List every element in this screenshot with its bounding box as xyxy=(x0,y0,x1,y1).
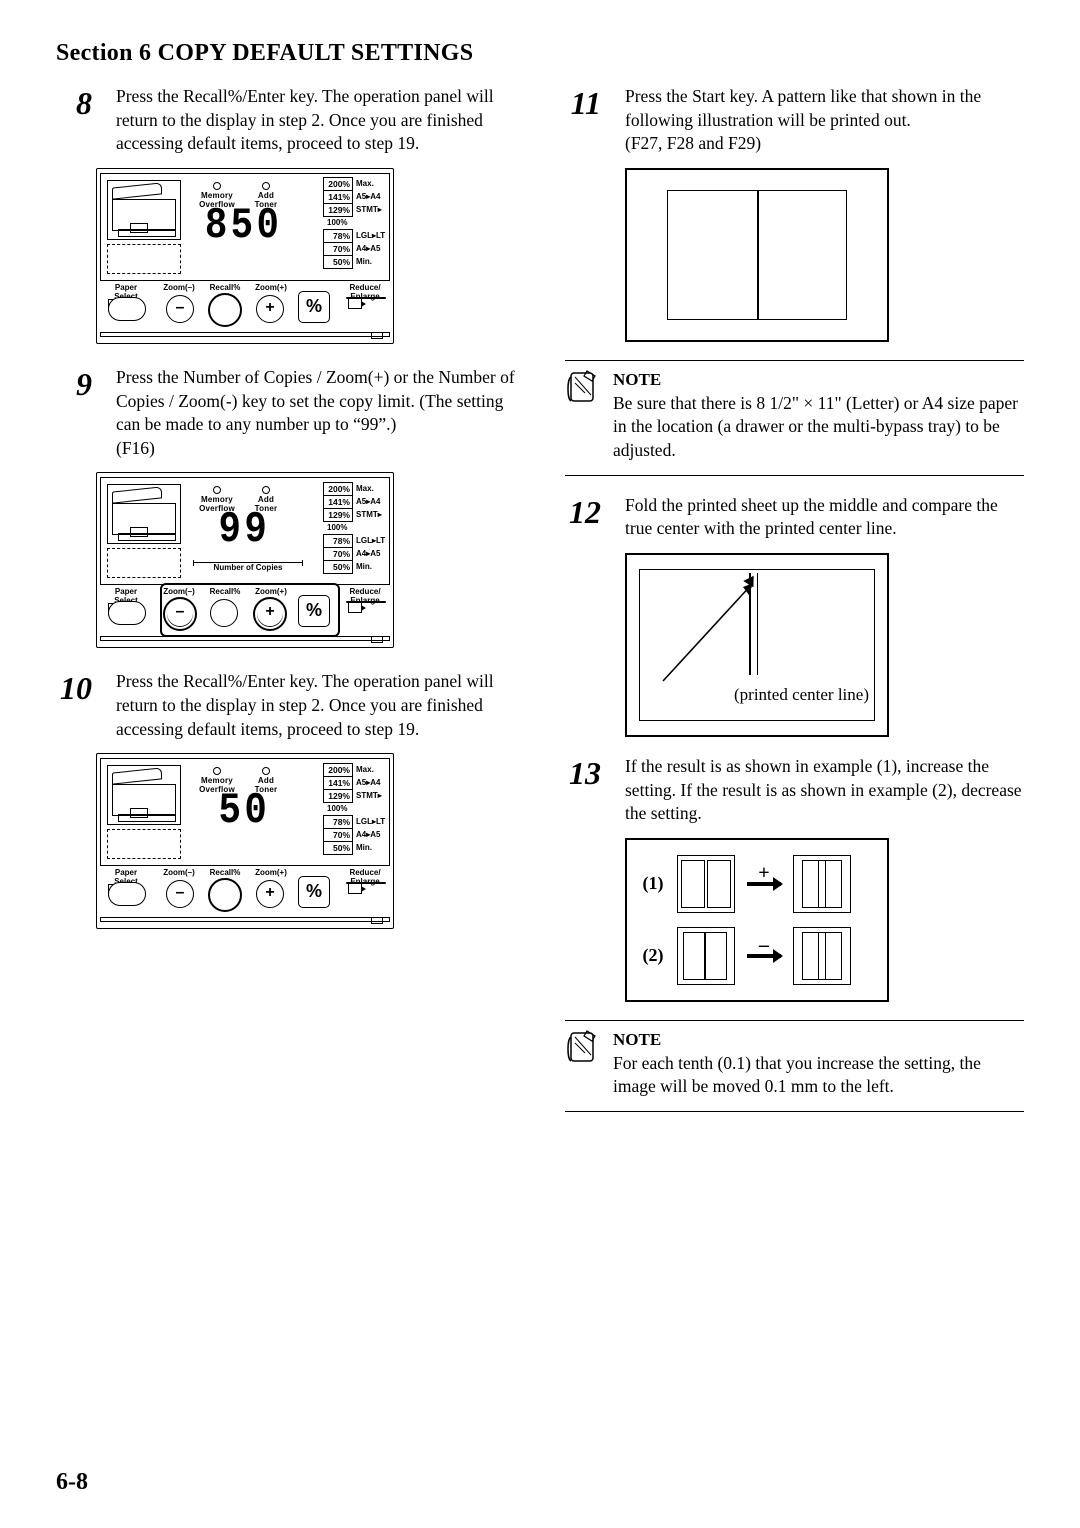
example-2-after-icon xyxy=(793,927,851,985)
zoom-plus-button: + xyxy=(256,295,284,323)
adjust-illustration: (1) + (2) – xyxy=(625,838,889,1002)
reduce-enlarge-button xyxy=(346,297,386,299)
note-label: NOTE xyxy=(613,369,1024,392)
zoom-plus-label: Zoom(+) xyxy=(252,868,290,877)
note-body: For each tenth (0.1) that you increase t… xyxy=(613,1052,1024,1099)
section-title: Section 6 COPY DEFAULT SETTINGS xyxy=(56,40,1024,67)
paper-select-button xyxy=(108,601,146,625)
recall-label: Recall% xyxy=(206,283,244,292)
step-number: 8 xyxy=(56,85,92,156)
panel-strip xyxy=(100,332,390,337)
step-number: 10 xyxy=(56,670,92,741)
example-1-before-icon xyxy=(677,855,735,913)
zoom-minus-button: – xyxy=(166,295,194,323)
bypass-tray-icon xyxy=(107,244,181,274)
panel-diagram-10: Memory Overflow Add Toner 50 Number of C… xyxy=(96,753,515,929)
step-text: Fold the printed sheet up the middle and… xyxy=(625,494,1024,541)
note-block: NOTE For each tenth (0.1) that you incre… xyxy=(565,1020,1024,1112)
zoom-minus-label: Zoom(–) xyxy=(162,868,196,877)
highlight-ring xyxy=(208,293,242,327)
note-label: NOTE xyxy=(613,1029,1024,1052)
step-text: If the result is as shown in example (1)… xyxy=(625,755,1024,826)
step-number: 12 xyxy=(565,494,601,541)
paper-select-button xyxy=(108,297,146,321)
control-panel: Memory Overflow Add Toner 99 Number of C… xyxy=(96,472,394,648)
cassette-icon xyxy=(107,180,181,240)
bypass-tray-icon xyxy=(107,548,181,578)
num-copies-label: Number of Copies xyxy=(193,562,303,577)
arrow-right-icon xyxy=(747,882,781,886)
step-8: 8 Press the Recall%/Enter key. The opera… xyxy=(56,85,515,156)
cassette-icon xyxy=(107,484,181,544)
zoom-minus-label: Zoom(–) xyxy=(162,283,196,292)
control-panel: Memory Overflow Add Toner 850 Number of … xyxy=(96,168,394,344)
paper-select-button xyxy=(108,882,146,906)
example-1-after-icon xyxy=(793,855,851,913)
two-column-layout: 8 Press the Recall%/Enter key. The opera… xyxy=(56,85,1024,1130)
step-text: Press the Number of Copies / Zoom(+) or … xyxy=(116,366,515,461)
reduce-enlarge-icon xyxy=(348,298,362,309)
document-page: Section 6 COPY DEFAULT SETTINGS 8 Press … xyxy=(0,0,1080,1528)
step-number: 11 xyxy=(565,85,601,156)
panel-diagram-9: Memory Overflow Add Toner 99 Number of C… xyxy=(96,472,515,648)
page-number: 6-8 xyxy=(56,1469,88,1496)
note-icon xyxy=(565,369,599,463)
panel-diagram-8: Memory Overflow Add Toner 850 Number of … xyxy=(96,168,515,344)
cassette-icon xyxy=(107,765,181,825)
note-icon xyxy=(565,1029,599,1099)
step-12: 12 Fold the printed sheet up the middle … xyxy=(565,494,1024,541)
panel-strip xyxy=(100,636,390,641)
note-block: NOTE Be sure that there is 8 1/2" × 11" … xyxy=(565,360,1024,476)
reduce-enlarge-button xyxy=(346,882,386,884)
note-body: Be sure that there is 8 1/2" × 11" (Lett… xyxy=(613,392,1024,463)
highlight-ring xyxy=(208,878,242,912)
step-text: Press the Start key. A pattern like that… xyxy=(625,85,1024,156)
step-number: 9 xyxy=(56,366,92,461)
zoom-minus-button: – xyxy=(166,880,194,908)
control-panel: Memory Overflow Add Toner 50 Number of C… xyxy=(96,753,394,929)
fold-illustration: (printed center line) xyxy=(625,553,889,737)
percent-button: % xyxy=(298,876,330,908)
reduce-enlarge-icon xyxy=(348,883,362,894)
reduce-enlarge-icon xyxy=(348,602,362,613)
ratio-list: 200%Max. 141%A5▸A4 129%STMT▸ 100% 78%LGL… xyxy=(323,482,385,573)
digit-display: 99 xyxy=(189,504,299,556)
recall-label: Recall% xyxy=(206,868,244,877)
digit-display: 50 xyxy=(189,785,299,837)
pattern-illustration xyxy=(625,168,889,342)
panel-strip xyxy=(100,917,390,922)
step-text: Press the Recall%/Enter key. The operati… xyxy=(116,670,515,741)
ratio-list: 200%Max. 141%A5▸A4 129%STMT▸ 100% 78%LGL… xyxy=(323,763,385,854)
step-13: 13 If the result is as shown in example … xyxy=(565,755,1024,826)
arrow-right-icon xyxy=(747,954,781,958)
ratio-list: 200%Max. 141%A5▸A4 129%STMT▸ 100% 78%LGL… xyxy=(323,178,385,269)
step-text: Press the Recall%/Enter key. The operati… xyxy=(116,85,515,156)
example-1-label: (1) xyxy=(641,873,665,894)
bypass-tray-icon xyxy=(107,829,181,859)
example-2-label: (2) xyxy=(641,945,665,966)
zoom-plus-button: + xyxy=(256,880,284,908)
step-number: 13 xyxy=(565,755,601,826)
right-column: 11 Press the Start key. A pattern like t… xyxy=(565,85,1024,1130)
left-column: 8 Press the Recall%/Enter key. The opera… xyxy=(56,85,515,1130)
example-2-before-icon xyxy=(677,927,735,985)
percent-button: % xyxy=(298,291,330,323)
step-10: 10 Press the Recall%/Enter key. The oper… xyxy=(56,670,515,741)
digit-display: 850 xyxy=(189,200,299,252)
printed-center-line-label: (printed center line) xyxy=(734,685,869,705)
step-9: 9 Press the Number of Copies / Zoom(+) o… xyxy=(56,366,515,461)
zoom-plus-label: Zoom(+) xyxy=(252,283,290,292)
step-11: 11 Press the Start key. A pattern like t… xyxy=(565,85,1024,156)
